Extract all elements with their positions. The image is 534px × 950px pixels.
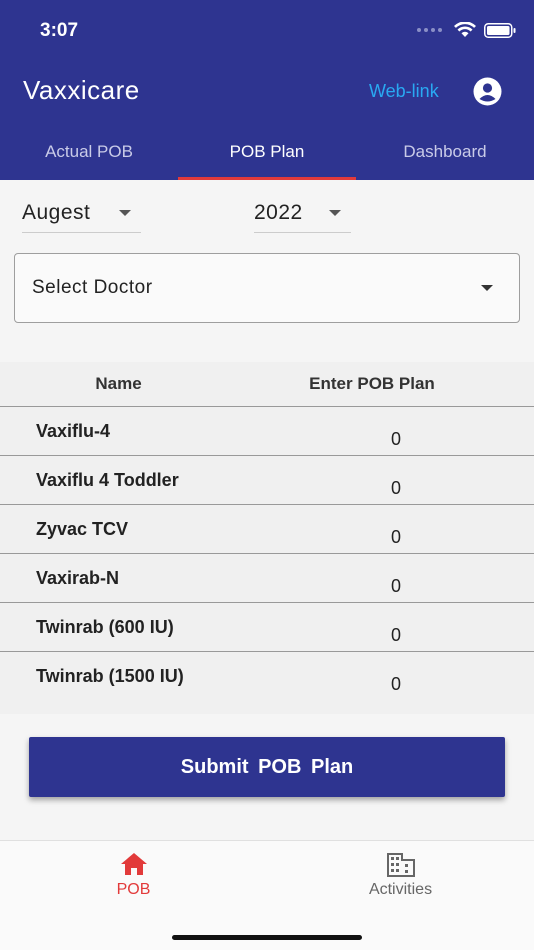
pob-plan-input[interactable]: 0 — [391, 674, 401, 695]
nav-pob-label: POB — [116, 881, 151, 898]
home-icon — [120, 853, 147, 875]
submit-pob-plan-button[interactable]: Submit POB Plan — [29, 737, 505, 797]
nav-pob[interactable]: POB — [0, 851, 267, 899]
pob-plan-input[interactable]: 0 — [391, 429, 401, 450]
status-icons — [417, 22, 516, 38]
month-dropdown[interactable]: Augest — [22, 200, 141, 233]
building-icon — [386, 853, 415, 877]
table-row: Vaxiflu 4 Toddler 0 — [0, 456, 534, 505]
table-row: Twinrab (1500 IU) 0 — [0, 652, 534, 701]
signal-icon — [417, 28, 442, 32]
product-name: Vaxiflu 4 Toddler — [36, 470, 179, 490]
product-name: Twinrab (600 IU) — [36, 617, 174, 637]
app-header: 3:07 Vaxxicare Web-link Actual POB POB P… — [0, 0, 534, 180]
dropdown-arrow-icon — [481, 285, 493, 291]
product-name: Vaxirab-N — [36, 568, 120, 588]
year-value: 2022 — [254, 201, 303, 224]
header-plan: Enter POB Plan — [309, 374, 435, 393]
nav-activities[interactable]: Activities — [267, 851, 534, 899]
table-row: Vaxiflu-4 0 — [0, 407, 534, 456]
product-name: Zyvac TCV — [36, 519, 129, 539]
pob-plan-input[interactable]: 0 — [391, 527, 401, 548]
table-row: Zyvac TCV 0 — [0, 505, 534, 554]
account-icon[interactable] — [472, 76, 503, 107]
product-name: Vaxiflu-4 — [36, 421, 111, 441]
pob-plan-input[interactable]: 0 — [391, 625, 401, 646]
pob-plan-table: Name Enter POB Plan Vaxiflu-4 0 Vaxiflu … — [0, 362, 534, 714]
tab-pob-plan[interactable]: POB Plan — [178, 124, 356, 180]
web-link[interactable]: Web-link — [369, 81, 439, 102]
header-name: Name — [95, 374, 142, 393]
dropdown-arrow-icon — [119, 210, 131, 216]
pob-plan-input[interactable]: 0 — [391, 576, 401, 597]
doctor-dropdown[interactable]: Select Doctor — [14, 253, 520, 323]
tab-bar: Actual POB POB Plan Dashboard — [0, 124, 534, 180]
battery-icon — [484, 22, 516, 38]
wifi-icon — [454, 22, 476, 38]
tab-dashboard[interactable]: Dashboard — [356, 124, 534, 180]
bottom-nav: POB Activities — [0, 840, 534, 950]
table-header: Name Enter POB Plan — [0, 362, 534, 407]
product-name: Twinrab (1500 IU) — [36, 666, 184, 686]
month-value: Augest — [22, 201, 91, 224]
table-row: Vaxirab-N 0 — [0, 554, 534, 603]
app-title: Vaxxicare — [23, 75, 140, 105]
home-indicator — [172, 935, 362, 940]
dropdown-arrow-icon — [329, 210, 341, 216]
pob-plan-input[interactable]: 0 — [391, 478, 401, 499]
status-time: 3:07 — [40, 20, 79, 41]
tab-actual-pob[interactable]: Actual POB — [0, 124, 178, 180]
nav-activities-label: Activities — [368, 881, 433, 898]
year-dropdown[interactable]: 2022 — [254, 200, 351, 233]
table-row: Twinrab (600 IU) 0 — [0, 603, 534, 652]
doctor-placeholder: Select Doctor — [32, 277, 153, 298]
